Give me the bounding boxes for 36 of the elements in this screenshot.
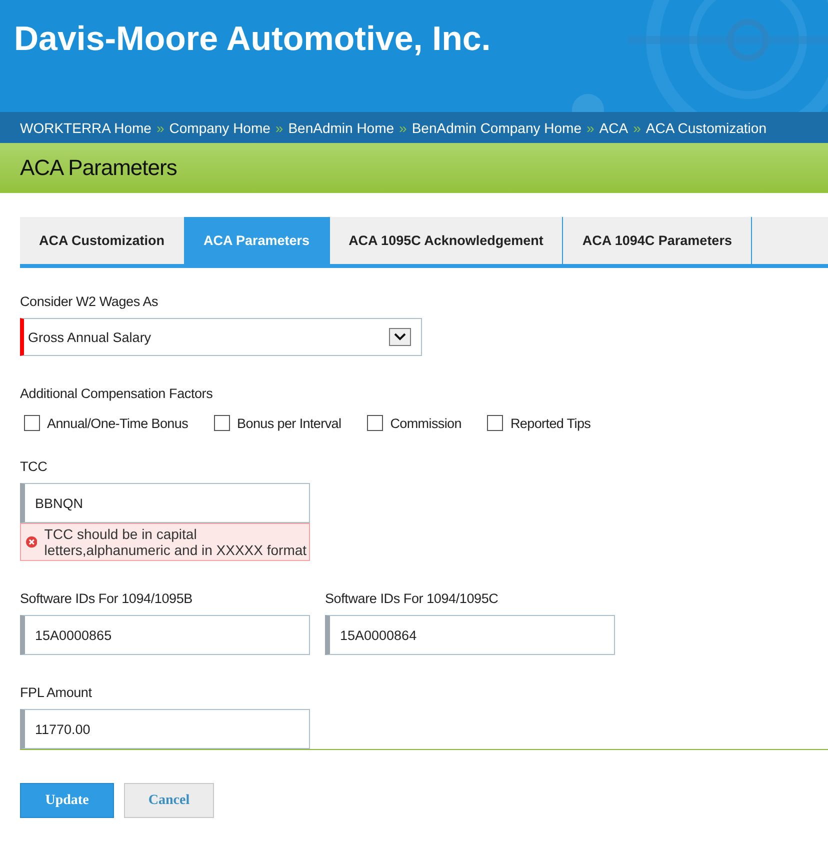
checkbox-label: Commission [390, 416, 462, 430]
page-title: ACA Parameters [20, 155, 177, 181]
caret-icon [389, 328, 411, 346]
checkbox-label: Bonus per Interval [237, 416, 342, 430]
breadcrumb-separator: » [156, 120, 164, 136]
checkbox[interactable] [24, 415, 40, 431]
field-label: Software IDs For 1094/1095B [20, 591, 194, 606]
checkbox[interactable] [367, 415, 384, 431]
software-id-field[interactable]: 15A0000864 [325, 615, 615, 655]
checkbox[interactable] [214, 415, 230, 431]
breadcrumb-link[interactable]: WORKTERRA Home [20, 120, 152, 136]
cancel-button[interactable]: Cancel [124, 783, 214, 818]
checkbox-label: Reported Tips [510, 416, 591, 430]
breadcrumb-link[interactable]: BenAdmin Company Home [412, 120, 582, 136]
field-label: Consider W2 Wages As [20, 294, 160, 309]
breadcrumb-link[interactable]: ACA [599, 120, 628, 136]
breadcrumb-link[interactable]: ACA Customization [646, 120, 766, 136]
field-label: FPL Amount [20, 685, 93, 700]
update-button[interactable]: Update [20, 783, 114, 818]
breadcrumb-separator: » [586, 120, 594, 136]
field-label: Additional Compensation Factors [20, 386, 214, 401]
checkbox[interactable] [487, 415, 504, 431]
error-text: TCC should be in capital letters,alphanumeric and in XXXXX format [44, 526, 307, 558]
breadcrumb-link[interactable]: Company Home [169, 120, 270, 136]
wages-dropdown[interactable]: Gross Annual Salary [20, 318, 422, 356]
breadcrumb-separator: » [275, 120, 284, 136]
breadcrumb-separator: » [633, 120, 641, 136]
company-name: Davis-Moore Automotive, Inc. [14, 20, 491, 59]
breadcrumb-separator: » [399, 120, 407, 136]
field-label: TCC [20, 459, 48, 474]
breadcrumb-link[interactable]: BenAdmin Home [288, 120, 394, 136]
field-label: Software IDs For 1094/1095C [325, 591, 500, 606]
fpl-amount-field[interactable]: 11770.00 [20, 709, 310, 749]
software-id-field[interactable]: 15A0000865 [20, 615, 310, 655]
checkbox-label: Annual/One-Time Bonus [47, 416, 188, 430]
tab[interactable]: ACA Parameters [184, 217, 330, 264]
